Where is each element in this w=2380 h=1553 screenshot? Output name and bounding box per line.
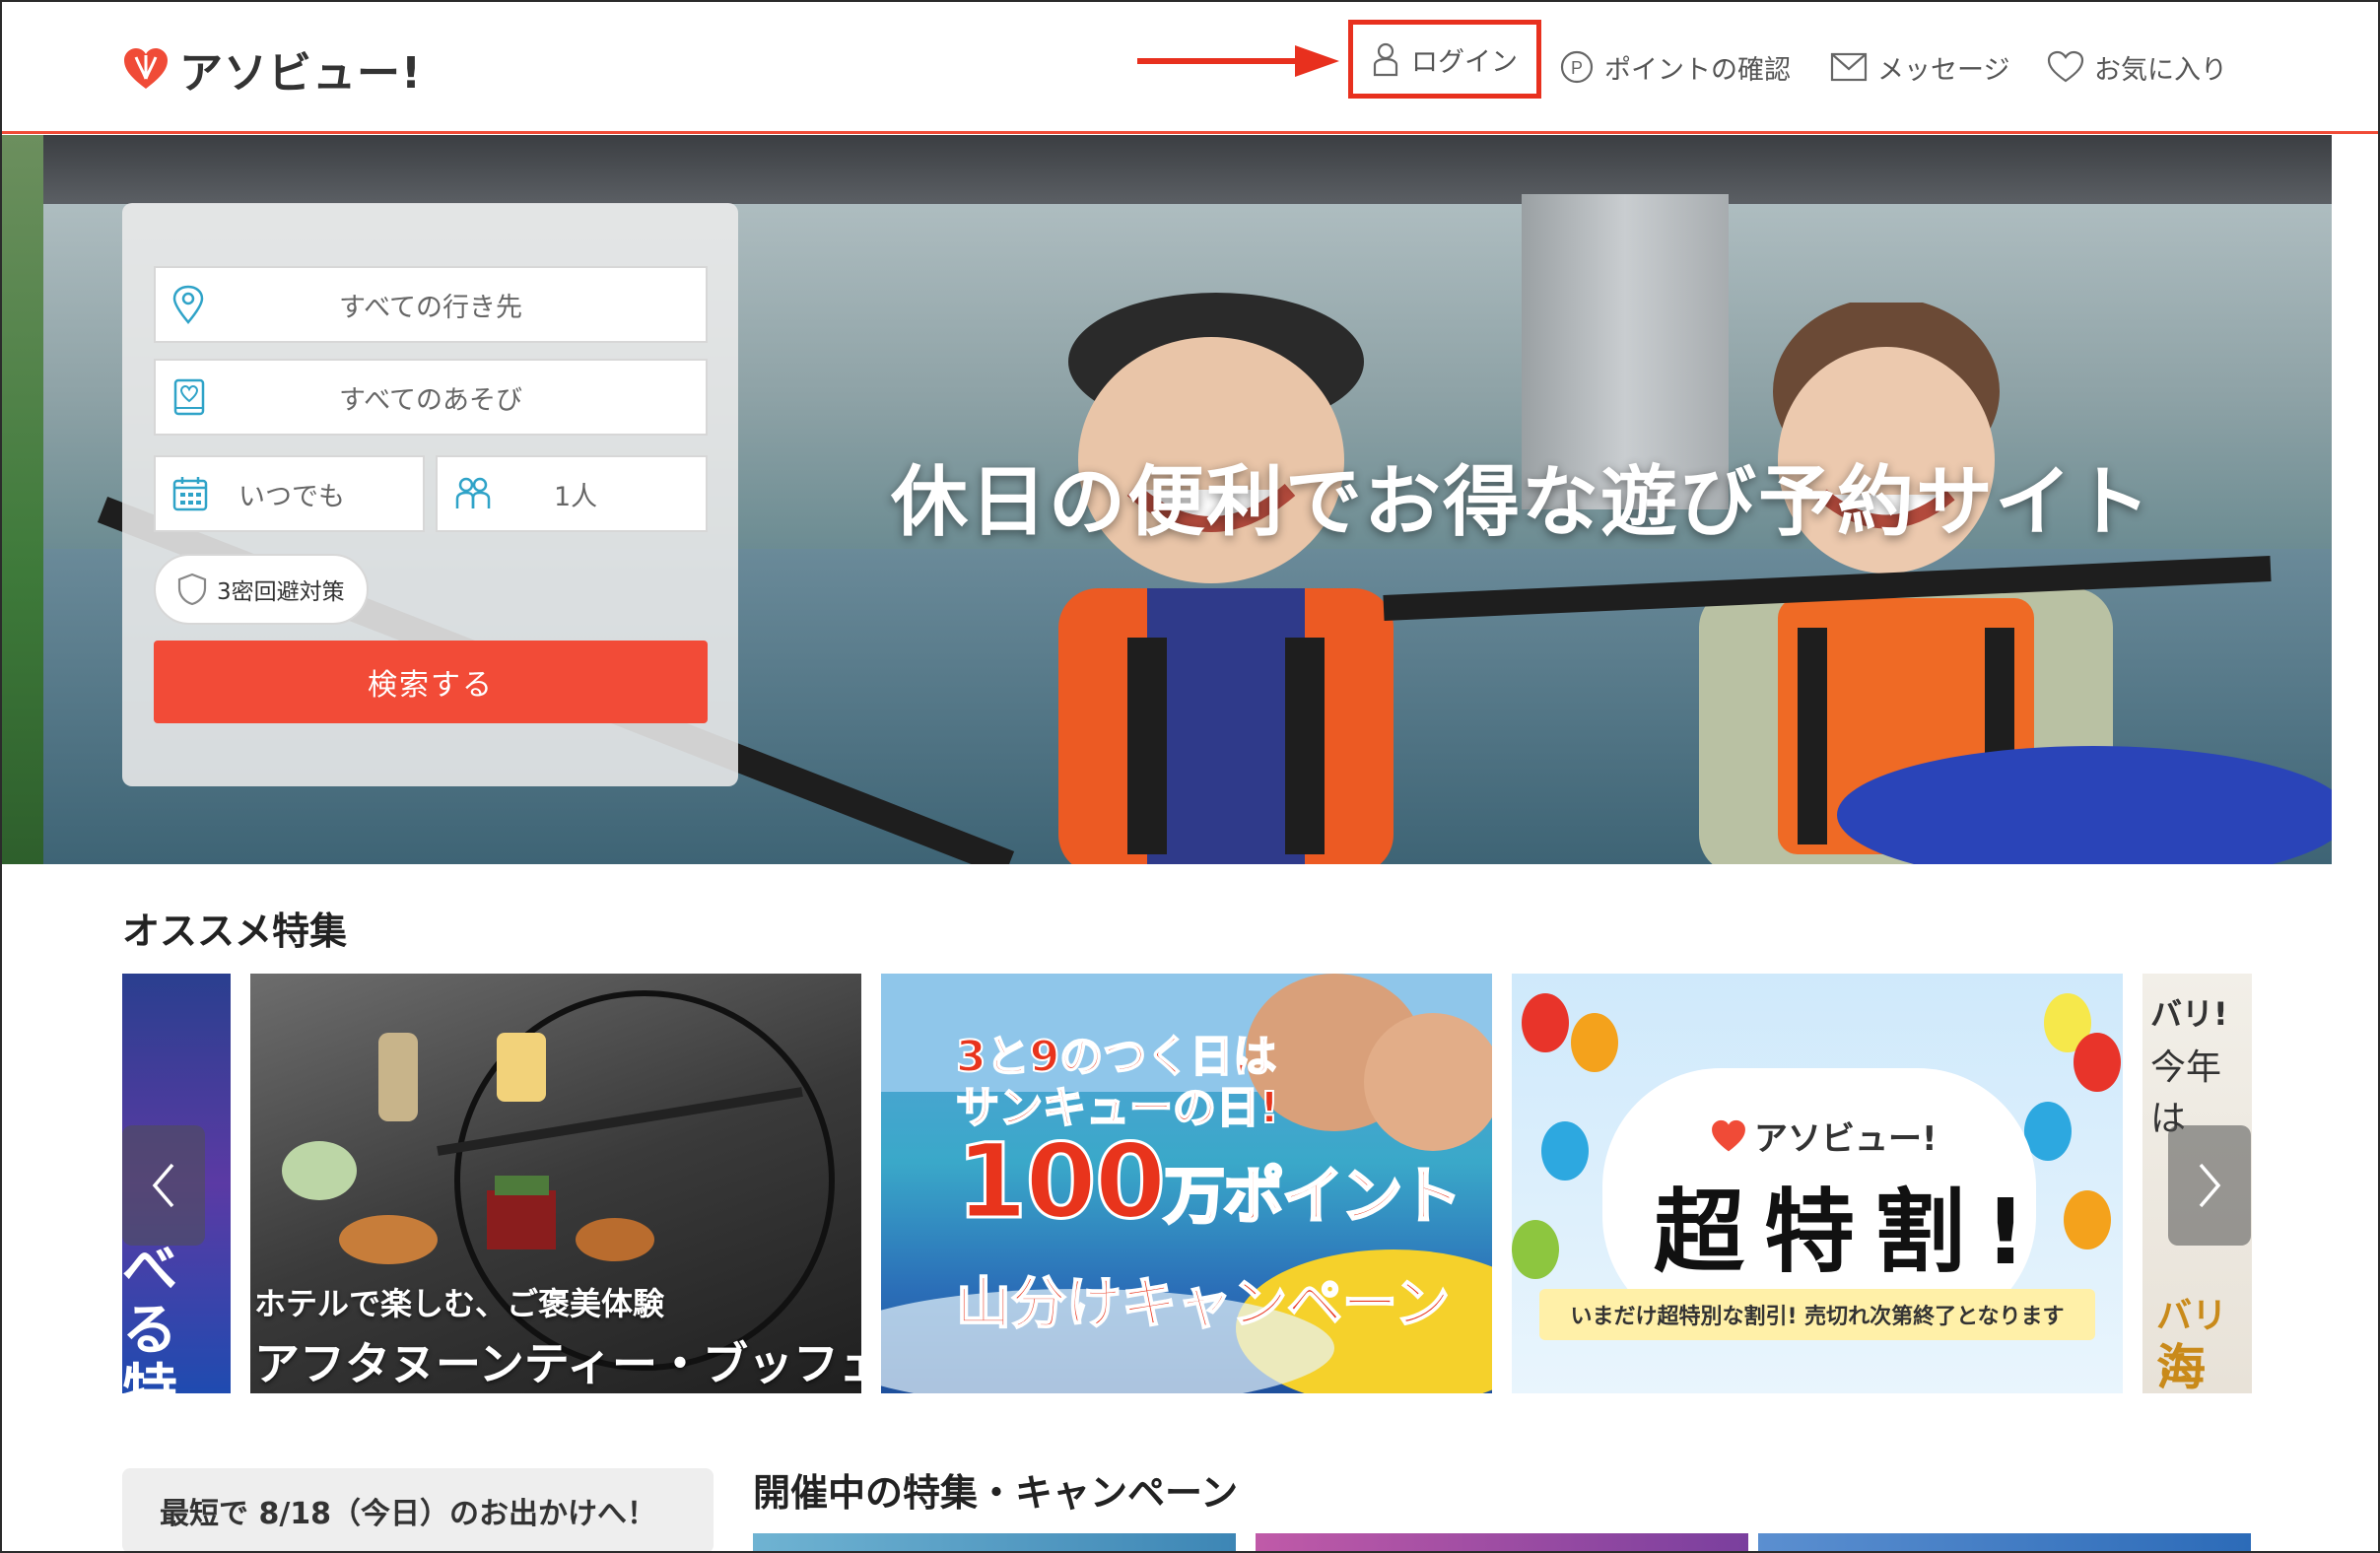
card-0-text: べる 特集 <box>122 1238 177 1393</box>
balloon-decoration <box>1522 993 1569 1052</box>
card-4-line4: 海タ <box>2156 1339 2206 1393</box>
safety-chip-label: 3密回避対策 <box>217 579 345 605</box>
card-2-line3: 100万ポイント <box>954 1120 1463 1244</box>
soonest-outing-box[interactable]: 最短で 8/18（今日）のお出かけへ！ <box>122 1468 714 1553</box>
nav-messages-label: メッセージ <box>1877 54 2010 86</box>
nav-favorites-label: お気に入り <box>2094 54 2227 86</box>
destination-field[interactable]: すべての行き先 <box>154 266 708 343</box>
location-pin-icon <box>172 285 204 324</box>
heart-logo-icon <box>124 48 168 89</box>
people-icon <box>455 477 491 508</box>
hero-edge-image <box>2 135 43 864</box>
card-1-subtitle: ホテルで楽しむ、ご褒美体験 <box>254 1285 665 1322</box>
destination-placeholder: すべての行き先 <box>338 292 523 323</box>
balloon-decoration <box>2064 1190 2111 1249</box>
shield-icon <box>177 573 207 606</box>
card-3-brand-text: アソビュー! <box>1754 1119 1938 1159</box>
nav-points-label: ポイントの確認 <box>1604 54 1791 86</box>
featured-section-title: オススメ特集 <box>122 910 348 953</box>
activity-placeholder: すべてのあそび <box>338 384 523 416</box>
card-2-number: 100 <box>954 1120 1167 1244</box>
campaigns-section-title: 開催中の特集・キャンペーン <box>753 1471 1239 1515</box>
point-icon: P <box>1560 50 1594 84</box>
balloon-decoration <box>1512 1220 1559 1279</box>
campaign-thumb[interactable] <box>1256 1533 1748 1553</box>
balloon-decoration <box>1541 1121 1589 1181</box>
date-field[interactable]: いつでも <box>154 455 425 532</box>
balloon-decoration <box>1571 1013 1618 1072</box>
card-3-title: 超特割! <box>1654 1180 2046 1285</box>
safety-filter-chip[interactable]: 3密回避対策 <box>154 554 369 625</box>
logo-text: アソビュー! <box>179 48 423 99</box>
chevron-right-icon <box>2199 1163 2221 1208</box>
annotation-arrow-icon <box>1137 45 1339 77</box>
nav-favorites[interactable]: お気に入り <box>2047 37 2227 97</box>
featured-card-afternoon-tea[interactable]: ホテルで楽しむ、ご褒美体験 アフタヌーンティー・ブッフェ <box>250 974 861 1393</box>
heart-icon <box>2047 50 2084 83</box>
site-header: アソビュー! ログイン P ポイントの確認 メッセージ お気に入り <box>2 2 2378 134</box>
heart-logo-icon <box>1712 1119 1745 1151</box>
chevron-left-icon <box>152 1163 174 1208</box>
people-field[interactable]: 1人 <box>436 455 708 532</box>
campaign-thumb[interactable] <box>753 1533 1236 1553</box>
user-icon <box>1373 42 1398 77</box>
campaign-thumb[interactable] <box>1758 1533 2251 1553</box>
login-label: ログイン <box>1411 46 1518 78</box>
nav-messages[interactable]: メッセージ <box>1830 37 2009 97</box>
login-button[interactable]: ログイン <box>1348 20 1541 99</box>
logo[interactable]: アソビュー! <box>120 37 422 101</box>
calendar-icon <box>172 477 208 511</box>
featured-card-super-discount[interactable]: アソビュー! 超特割! いまだけ超特別な割引! 売切れ次第終了となります <box>1512 974 2123 1393</box>
nav-points[interactable]: P ポイントの確認 <box>1559 37 1791 97</box>
card-2-line4: 山分けキャンペーン <box>955 1271 1451 1337</box>
search-button[interactable]: 検索する <box>154 641 708 723</box>
card-3-brand: アソビュー! <box>1709 1112 1938 1160</box>
hero-title: 休日の便利でお得な遊び予約サイト <box>891 458 2153 547</box>
carousel-next-button[interactable] <box>2168 1125 2251 1246</box>
carousel-prev-button[interactable] <box>122 1125 205 1246</box>
mail-icon <box>1830 52 1868 82</box>
featured-carousel: べる 特集 ホテルで楽しむ、ご褒美体験 アフタヌーンティー・ブッフェ 3と9のつ… <box>122 974 2252 1393</box>
featured-card-thankyou-campaign[interactable]: 3と9のつく日は サンキューの日! 100万ポイント 山分けキャンペーン <box>881 974 1492 1393</box>
balloon-decoration <box>2074 1033 2121 1092</box>
card-1-title: アフタヌーンティー・ブッフェ <box>254 1337 861 1390</box>
activity-book-icon <box>173 378 205 416</box>
activity-field[interactable]: すべてのあそび <box>154 359 708 436</box>
svg-text:P: P <box>1571 58 1583 78</box>
card-3-ribbon: いまだけ超特別な割引! 売切れ次第終了となります <box>1539 1289 2095 1340</box>
card-2-unit: 万ポイント <box>1163 1159 1463 1234</box>
search-panel: すべての行き先 すべてのあそび いつでも 1人 3密回避対策 検索する <box>122 203 738 786</box>
balloon-decoration <box>2024 1102 2072 1161</box>
card-4-line1: バリ! <box>2150 995 2228 1033</box>
